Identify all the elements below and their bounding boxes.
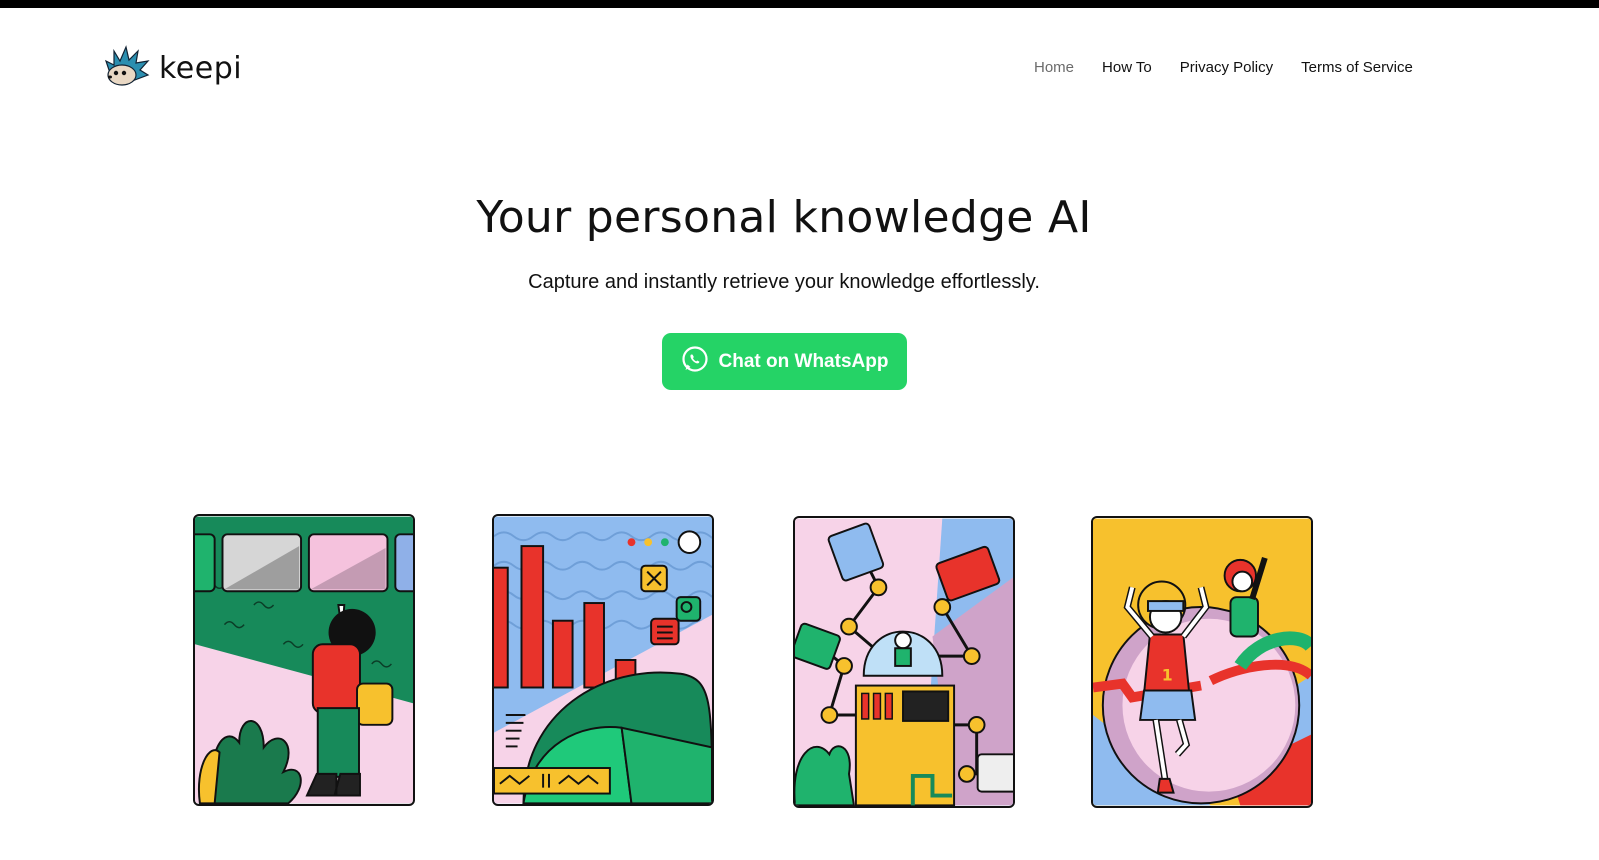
hedgehog-icon xyxy=(102,43,150,94)
top-bar xyxy=(0,0,1599,8)
whatsapp-icon xyxy=(681,345,709,379)
nav-terms-of-service[interactable]: Terms of Service xyxy=(1287,56,1427,80)
nav-privacy-policy[interactable]: Privacy Policy xyxy=(1166,56,1287,80)
hero-title: Your personal knowledge AI xyxy=(476,192,1092,243)
brand-logo[interactable]: keepi xyxy=(102,44,242,92)
finish-line-celebration-illustration: 1 xyxy=(1091,516,1313,808)
cta-label: Chat on WhatsApp xyxy=(718,350,889,372)
svg-text:1: 1 xyxy=(1162,666,1173,685)
hero-subtitle: Capture and instantly retrieve your know… xyxy=(528,271,1040,293)
chat-on-whatsapp-button[interactable]: Chat on WhatsApp xyxy=(662,333,907,390)
robot-arms-automation-illustration xyxy=(793,516,1015,808)
main-nav: Home How To Privacy Policy Terms of Serv… xyxy=(1020,56,1427,80)
nav-home[interactable]: Home xyxy=(1020,56,1088,80)
brand-name: keepi xyxy=(159,50,243,86)
data-charts-illustration xyxy=(492,514,714,806)
nav-how-to[interactable]: How To xyxy=(1088,56,1166,80)
organizing-browser-windows-illustration xyxy=(193,514,415,806)
